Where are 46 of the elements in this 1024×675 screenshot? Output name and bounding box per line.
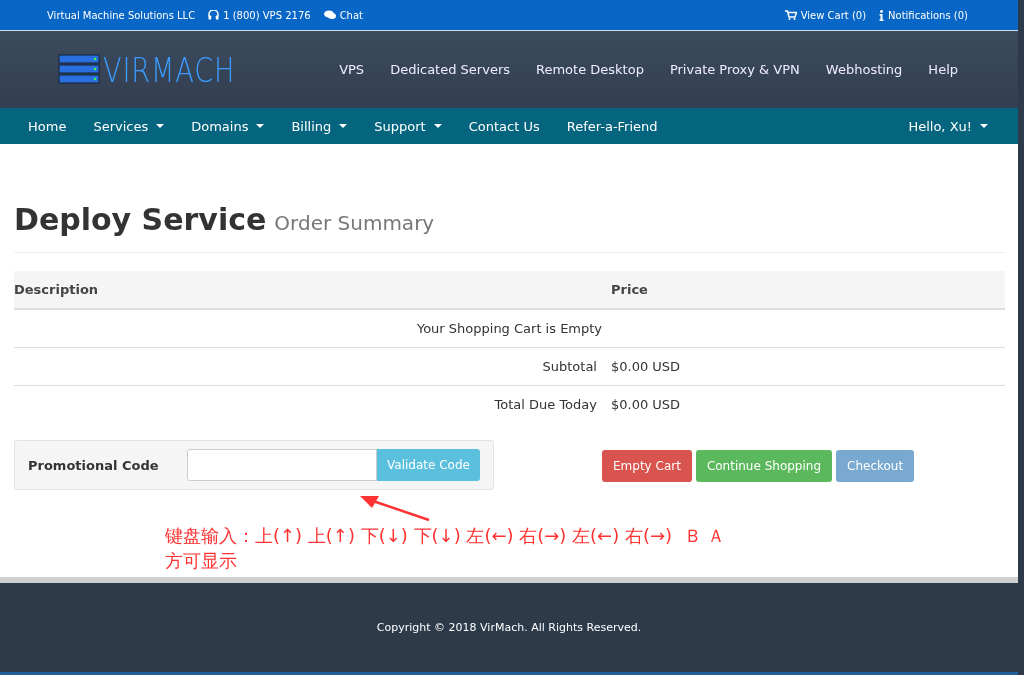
caret-icon [433, 124, 442, 128]
annotation-text: 键盘输入：上(↑) 上(↑) 下(↓) 下(↓) 左(←) 右(→) 左(←) 右(→) Ｂ Ａ [165, 524, 727, 548]
nav-menu-item[interactable]: Home [28, 118, 67, 134]
total-label: Total Due Today [493, 397, 597, 412]
nav-menu-item[interactable]: Support [374, 118, 442, 134]
header-nav-link[interactable]: Remote Desktop [536, 62, 644, 77]
header-nav-link[interactable]: Private Proxy & VPN [669, 62, 800, 77]
company-name: Virtual Machine Solutions LLC [47, 9, 196, 21]
phone-link[interactable]: 1 (800) VPS 2176 [223, 9, 311, 21]
column-header: Price [610, 282, 648, 297]
header-nav-link[interactable]: Webhosting [825, 62, 903, 77]
caret-icon [156, 124, 165, 128]
header-nav-link[interactable]: Help [928, 62, 958, 77]
nav-menu-item[interactable]: Domains [191, 118, 265, 134]
info-icon [879, 9, 885, 21]
logo-wordmark: VIRMACH [103, 49, 236, 90]
page-subtitle: Order Summary [274, 211, 435, 235]
notifications-link[interactable]: Notifications (0) [888, 9, 968, 21]
chat-icon [323, 10, 336, 20]
cart-icon [784, 10, 797, 20]
cart-action-button[interactable]: Empty Cart [602, 450, 692, 482]
column-header: Description [14, 282, 100, 297]
promo-label: Promotional Code [28, 457, 160, 473]
caret-icon [980, 124, 988, 128]
header-nav-link[interactable]: Dedicated Servers [390, 62, 510, 77]
total-value: $0.00 USD [610, 359, 681, 374]
annotation-text: 方可显示 [165, 549, 238, 573]
total-value: $0.00 USD [610, 397, 681, 412]
copyright-text: Copyright © 2018 VirMach. All Rights Reserved. [376, 621, 642, 634]
headset-icon [208, 10, 220, 20]
server-rack-icon [57, 53, 101, 86]
promo-code-input[interactable] [187, 449, 377, 481]
header-nav-link[interactable]: VPS [339, 62, 365, 77]
caret-icon [339, 124, 348, 128]
view-cart-link[interactable]: View Cart (0) [800, 9, 867, 21]
user-menu[interactable]: Hello, Xu! [908, 118, 988, 134]
nav-menu-item[interactable]: Refer-a-Friend [566, 118, 658, 134]
nav-menu-item[interactable]: Billing [291, 118, 348, 134]
chat-link[interactable]: Chat [339, 9, 363, 21]
nav-menu-item[interactable]: Contact Us [468, 118, 540, 134]
annotation-arrow [359, 494, 431, 522]
caret-icon [256, 124, 265, 128]
empty-cart-message: Your Shopping Cart is Empty [416, 321, 603, 336]
total-label: Subtotal [541, 359, 597, 374]
nav-menu-item[interactable]: Services [93, 118, 165, 134]
page-title: Deploy Service [14, 202, 267, 237]
